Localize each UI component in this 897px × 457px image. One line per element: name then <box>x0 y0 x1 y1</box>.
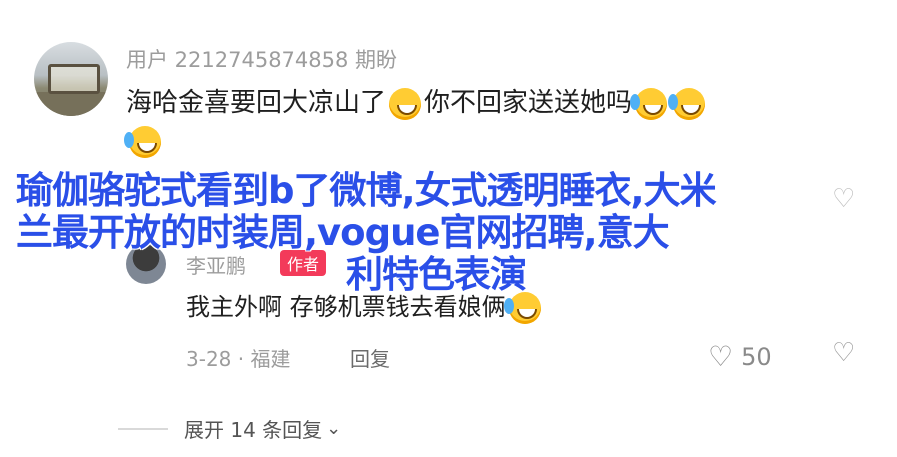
laugh-cry-emoji-icon <box>668 87 706 120</box>
grin-emoji-icon <box>389 87 422 120</box>
reply-date-location: 3-28 · 福建 <box>186 347 291 371</box>
laugh-cry-emoji-icon <box>630 87 668 120</box>
reply-button[interactable]: 回复 <box>350 343 390 372</box>
comment-text-part2: 你不回家送送她吗 <box>424 88 633 118</box>
comment-text: 海哈金喜要回大凉山了 你不回家送送她吗 <box>126 86 708 120</box>
divider <box>118 428 168 430</box>
laugh-cry-emoji-icon <box>503 292 541 324</box>
overlay-line-2: 兰最开放的时装周,vogue官网招聘,意大 <box>16 211 670 254</box>
broken-heart-icon[interactable]: ♡ <box>832 338 855 368</box>
expand-replies-button[interactable]: 展开 14 条回复 ⌄ <box>184 414 341 443</box>
commenter-username[interactable]: 用户 2212745874858 期盼 <box>126 44 397 74</box>
chevron-down-icon: ⌄ <box>326 418 342 439</box>
expand-replies-label: 展开 14 条回复 <box>184 418 323 442</box>
heart-outline-icon: ♡ <box>708 340 734 373</box>
comment-emoji-line <box>124 126 164 158</box>
commenter-avatar[interactable] <box>34 42 108 116</box>
comment-text-part1: 海哈金喜要回大凉山了 <box>126 88 387 118</box>
like-button[interactable]: ♡ 50 <box>708 340 772 373</box>
like-count: 50 <box>741 342 772 371</box>
overlay-text: 瑜伽骆驼式看到b了微博,女式透明睡衣,大米 兰最开放的时装周,vogue官网招聘… <box>16 170 836 296</box>
overlay-line-3: 利特色表演 <box>346 253 527 296</box>
overlay-line-1: 瑜伽骆驼式看到b了微博,女式透明睡衣,大米 <box>16 169 717 212</box>
laugh-cry-emoji-icon <box>124 126 161 158</box>
reply-text-body: 我主外啊 存够机票钱去看娘俩 <box>186 293 506 321</box>
